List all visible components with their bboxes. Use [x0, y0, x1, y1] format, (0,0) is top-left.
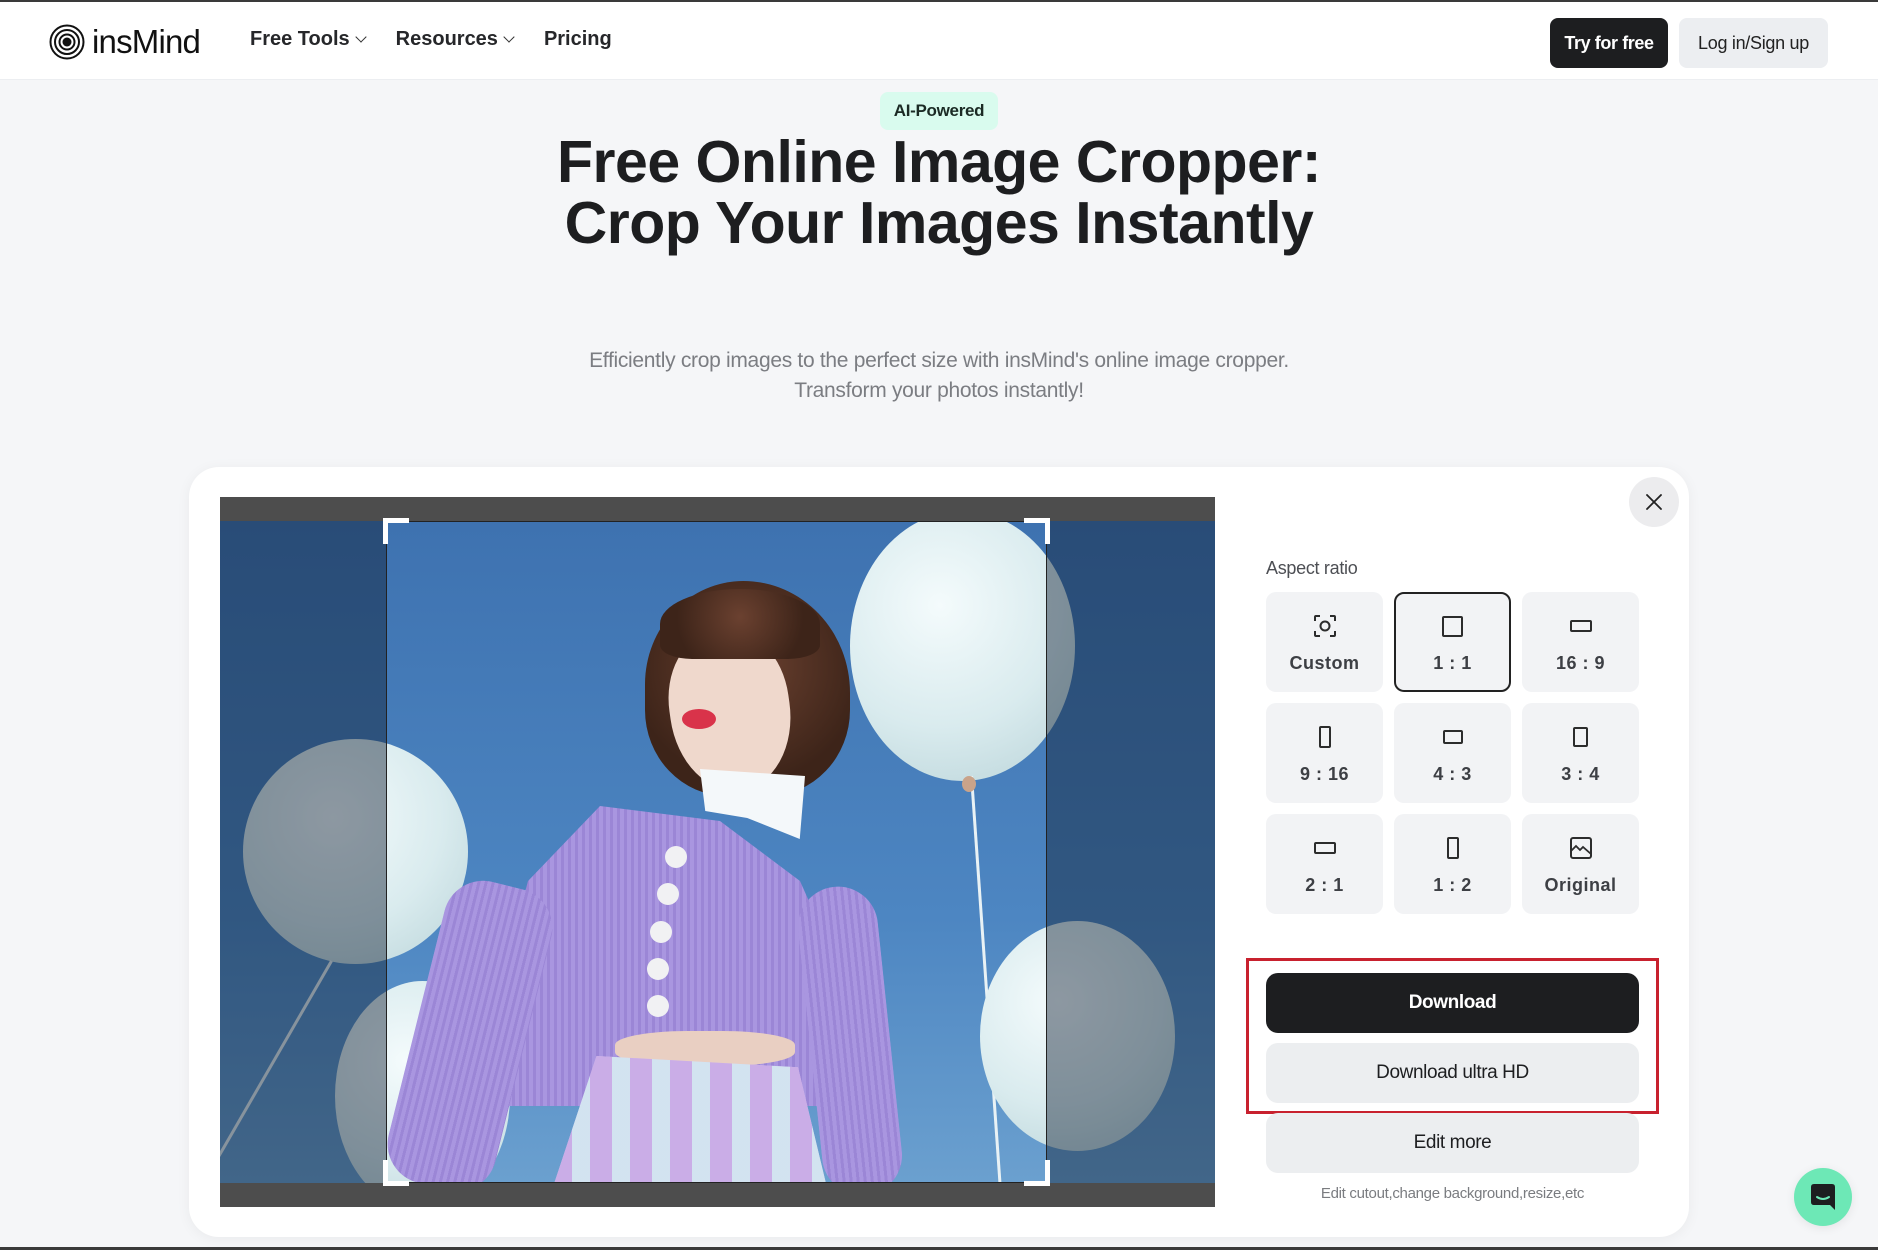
landscape-icon	[1442, 725, 1463, 749]
try-for-free-button[interactable]: Try for free	[1550, 18, 1668, 68]
brand-logo[interactable]: insMind	[49, 23, 201, 61]
ratio-16-9[interactable]: 16 : 9	[1522, 592, 1639, 692]
main-nav: Free Tools Resources Pricing	[250, 28, 643, 51]
chat-widget-button[interactable]	[1794, 1168, 1852, 1226]
ratio-3-4[interactable]: 3 : 4	[1522, 703, 1639, 803]
ratio-4-3[interactable]: 4 : 3	[1394, 703, 1511, 803]
ratio-label: 1 : 2	[1433, 875, 1472, 895]
page-title: Free Online Image Cropper: Crop Your Ima…	[557, 129, 1322, 256]
ratio-label: Custom	[1289, 653, 1360, 673]
ratio-label: 4 : 3	[1433, 764, 1472, 784]
nav-free-tools[interactable]: Free Tools	[250, 28, 367, 51]
image-icon	[1569, 836, 1593, 860]
chevron-down-icon	[354, 31, 367, 43]
close-icon	[1646, 494, 1662, 510]
nav-free-tools-label: Free Tools	[250, 28, 350, 50]
square-icon	[1442, 614, 1463, 638]
portrait-tall-icon	[1318, 725, 1331, 749]
nav-pricing[interactable]: Pricing	[544, 28, 612, 51]
site-header: insMind Free Tools Resources Pricing Try…	[0, 2, 1878, 80]
portrait-icon	[1573, 725, 1588, 749]
ratio-2-1[interactable]: 2 : 1	[1266, 814, 1383, 914]
login-signup-button[interactable]: Log in/Sign up	[1679, 18, 1828, 68]
crop-mask-left	[220, 521, 386, 1183]
ratio-label: 2 : 1	[1305, 875, 1344, 895]
aspect-ratio-options: Custom 1 : 1 16 : 9 9 : 16 4 : 3 3 : 4 2…	[1266, 592, 1639, 914]
chevron-down-icon	[503, 31, 515, 43]
close-button[interactable]	[1629, 477, 1679, 527]
crop-selection[interactable]	[386, 521, 1047, 1183]
landscape-wide-icon	[1569, 614, 1592, 638]
ratio-label: Original	[1544, 875, 1617, 895]
ratio-label: 16 : 9	[1555, 653, 1606, 673]
crop-handle-bottom-left[interactable]	[383, 1160, 409, 1186]
crop-handle-top-right[interactable]	[1024, 518, 1050, 544]
ratio-label: 1 : 1	[1433, 653, 1472, 673]
ratio-1-2[interactable]: 1 : 2	[1394, 814, 1511, 914]
ratio-custom[interactable]: Custom	[1266, 592, 1383, 692]
chat-icon	[1811, 1184, 1835, 1210]
aspect-ratio-label: Aspect ratio	[1266, 558, 1358, 578]
download-button[interactable]: Download	[1266, 973, 1639, 1033]
custom-crop-icon	[1313, 614, 1337, 638]
nav-resources-label: Resources	[395, 28, 498, 50]
download-ultra-hd-button[interactable]: Download ultra HD	[1266, 1043, 1639, 1103]
ratio-label: 9 : 16	[1299, 764, 1350, 784]
crop-handle-bottom-right[interactable]	[1024, 1160, 1050, 1186]
crop-canvas[interactable]	[220, 497, 1215, 1207]
ratio-original[interactable]: Original	[1522, 814, 1639, 914]
logo-icon	[49, 24, 85, 60]
portrait-1-2-icon	[1446, 836, 1459, 860]
edit-more-button[interactable]: Edit more	[1266, 1113, 1639, 1173]
ratio-1-1[interactable]: 1 : 1	[1394, 592, 1511, 692]
page-subtitle: Efficiently crop images to the perfect s…	[589, 349, 1289, 402]
edit-more-hint: Edit cutout,change background,resize,etc	[1320, 1185, 1585, 1202]
crop-handle-top-left[interactable]	[383, 518, 409, 544]
brand-name: insMind	[92, 23, 201, 60]
landscape-2-1-icon	[1313, 836, 1336, 860]
ratio-9-16[interactable]: 9 : 16	[1266, 703, 1383, 803]
nav-pricing-label: Pricing	[543, 28, 612, 50]
crop-mask-right	[1047, 521, 1215, 1183]
ratio-label: 3 : 4	[1561, 764, 1600, 784]
nav-resources[interactable]: Resources	[395, 28, 515, 51]
ai-powered-badge: AI-Powered	[880, 92, 998, 130]
